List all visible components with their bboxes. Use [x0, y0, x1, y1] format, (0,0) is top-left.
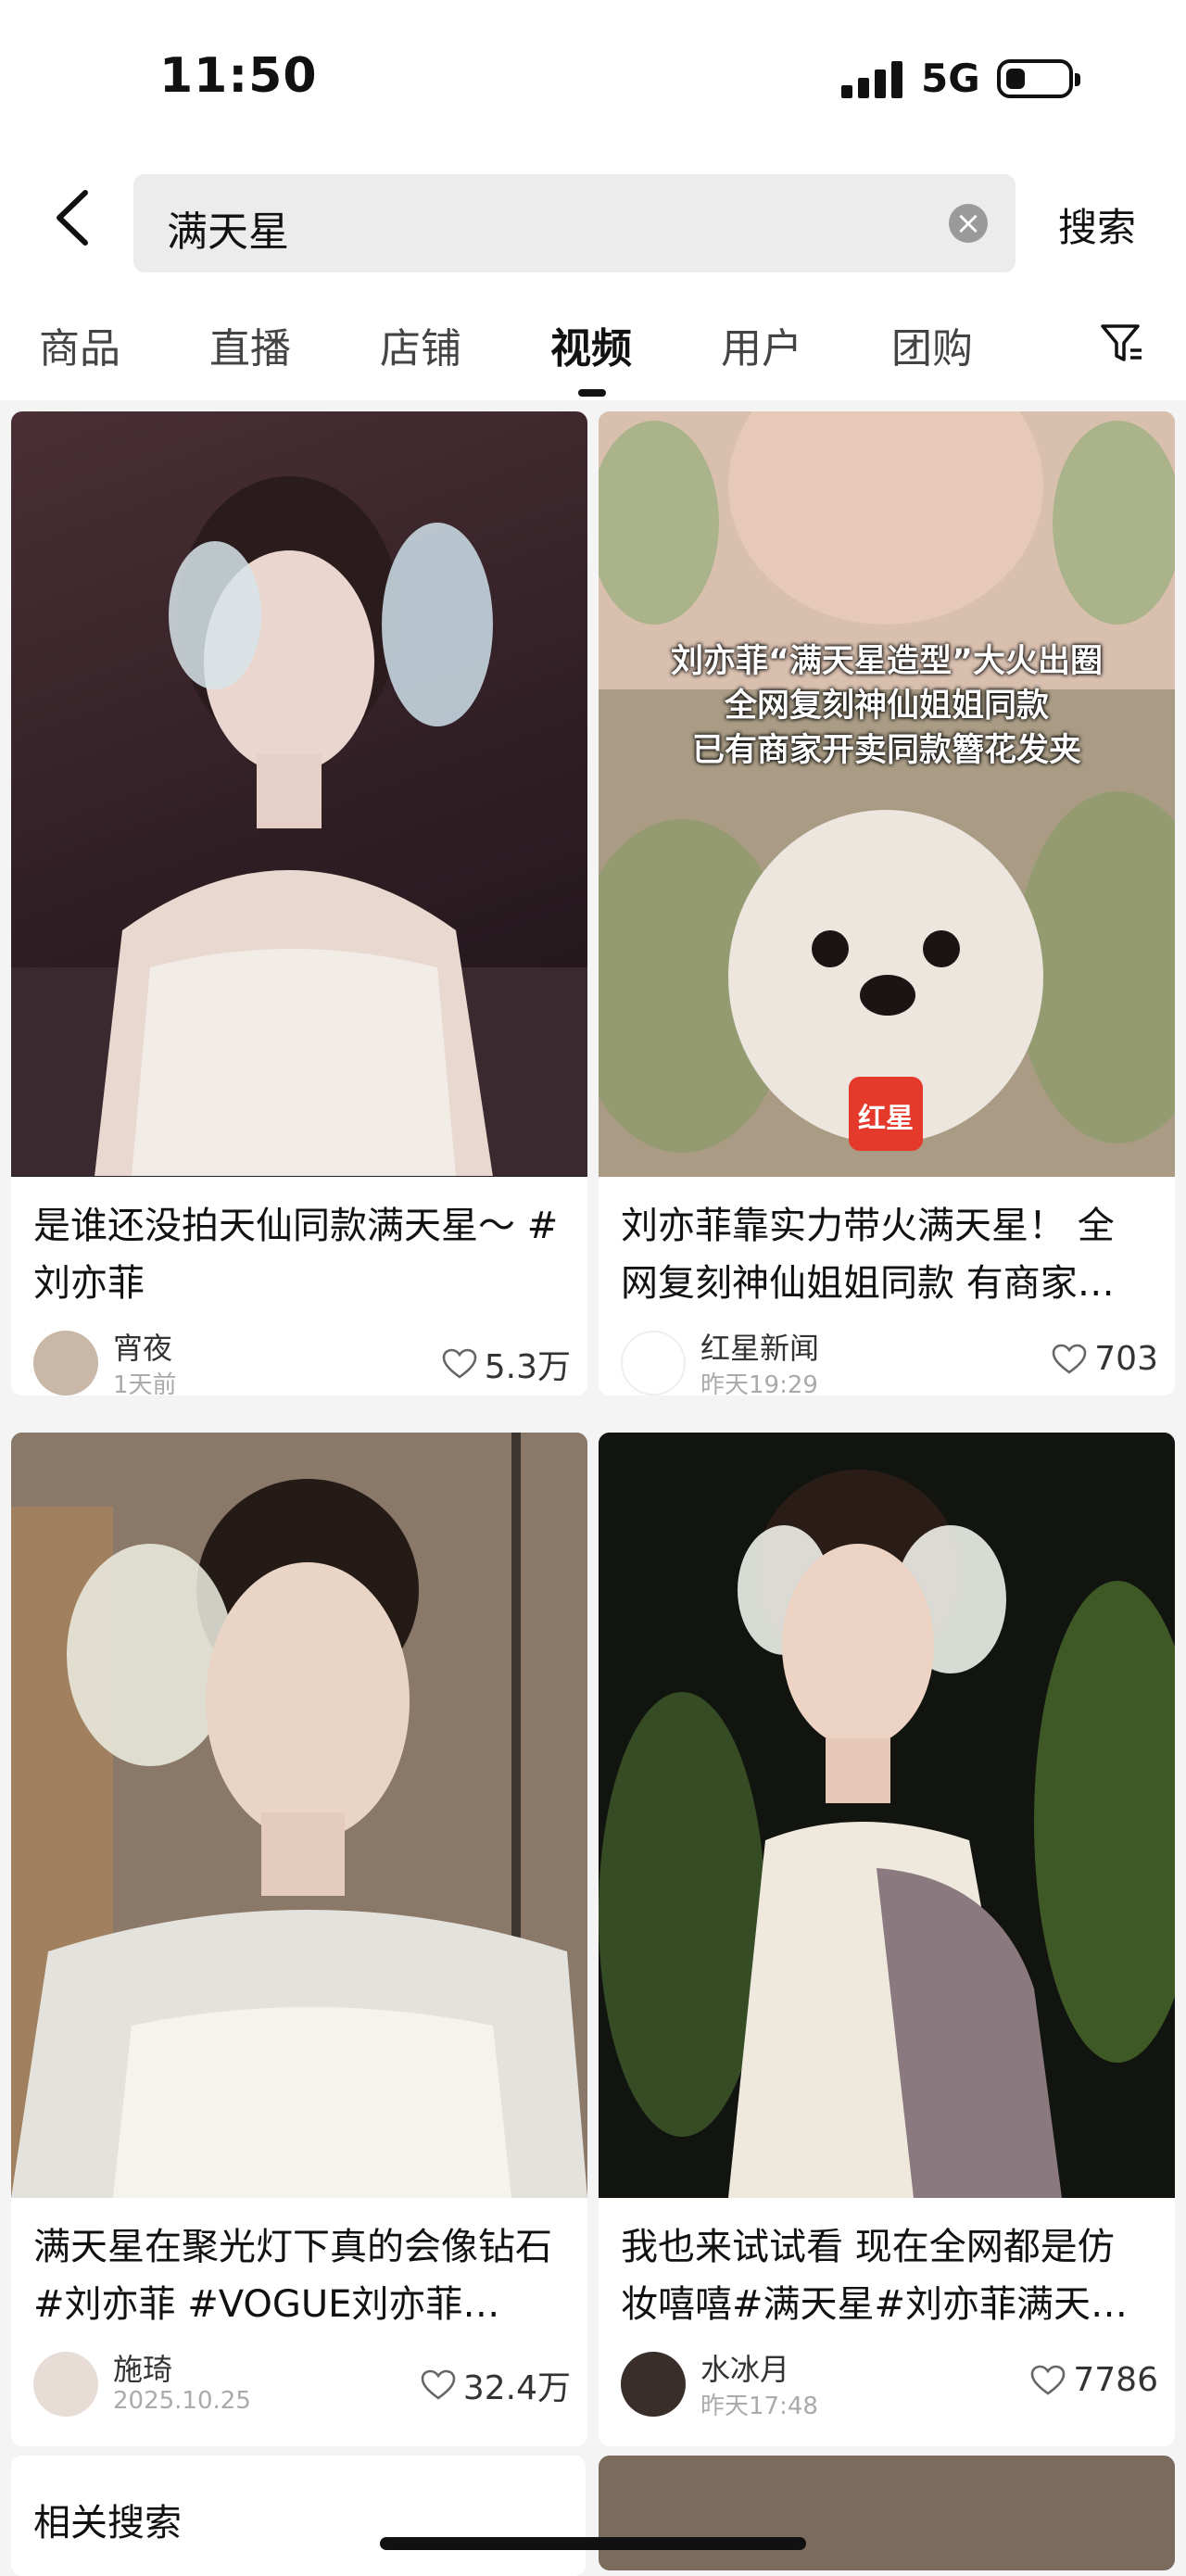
active-tab-indicator — [578, 389, 606, 397]
like-count-value: 703 — [1094, 1340, 1158, 1378]
network-label: 5G — [921, 56, 980, 101]
tab-shops[interactable]: 店铺 — [380, 315, 461, 374]
video-card[interactable]: 是谁还没拍天仙同款满天星～ #刘亦菲 宵夜 1天前 5.3万 — [11, 411, 587, 1395]
heart-icon[interactable] — [1030, 2365, 1066, 2396]
news-badge: 红星 — [858, 1103, 914, 1135]
search-button[interactable]: 搜索 — [1058, 196, 1136, 253]
overlay-caption-line: 已有商家开卖同款簪花发夹 — [691, 732, 1081, 769]
search-query[interactable]: 满天星 — [167, 198, 289, 258]
tab-users[interactable]: 用户 — [721, 315, 802, 374]
video-thumbnail[interactable] — [599, 1433, 1175, 2198]
clear-icon[interactable]: × — [949, 204, 988, 243]
filter-icon[interactable] — [1099, 321, 1145, 367]
tab-live[interactable]: 直播 — [209, 315, 291, 374]
search-header: 满天星 × 搜索 — [0, 158, 1186, 285]
post-date: 1天前 — [113, 1371, 177, 1395]
tab-group-buy[interactable]: 团购 — [891, 315, 973, 374]
overlay-caption-line: 刘亦菲“满天星造型”大火出圈 — [670, 643, 1103, 680]
video-card[interactable]: 满天星在聚光灯下真的会像钻石 #刘亦菲 #VOGUE刘亦菲… 施琦 2025.1… — [11, 1433, 587, 2446]
author-name[interactable]: 宵夜 — [113, 1325, 172, 1368]
tab-products[interactable]: 商品 — [39, 315, 120, 374]
like-count[interactable]: 7786 — [1030, 2361, 1158, 2399]
heart-icon[interactable] — [442, 1348, 477, 1380]
like-count[interactable]: 703 — [1052, 1340, 1158, 1378]
related-searches[interactable]: 相关搜索 — [11, 2456, 586, 2576]
video-thumbnail[interactable]: 刘亦菲“满天星造型”大火出圈 全网复刻神仙姐姐同款 已有商家开卖同款簪花发夹 红… — [599, 411, 1175, 1177]
video-card[interactable]: 刘亦菲“满天星造型”大火出圈 全网复刻神仙姐姐同款 已有商家开卖同款簪花发夹 红… — [599, 411, 1175, 1395]
post-date: 昨天17:48 — [700, 2393, 818, 2420]
avatar[interactable] — [33, 2352, 98, 2417]
related-searches-label: 相关搜索 — [33, 2502, 182, 2544]
heart-icon[interactable] — [1052, 1344, 1087, 1375]
video-card[interactable]: 我也来试试看 现在全网都是仿妆嘻嘻#满天星#刘亦菲满天… 水冰月 昨天17:48… — [599, 1433, 1175, 2446]
video-thumbnail[interactable] — [11, 1433, 587, 2198]
author-name[interactable]: 水冰月 — [700, 2346, 789, 2389]
avatar[interactable] — [33, 1331, 98, 1395]
author-name[interactable]: 施琦 — [113, 2346, 172, 2389]
like-count[interactable]: 5.3万 — [442, 1340, 571, 1388]
tab-videos[interactable]: 视频 — [550, 315, 632, 374]
heart-icon[interactable] — [421, 2369, 456, 2401]
like-count-value: 7786 — [1073, 2361, 1158, 2399]
video-meta: 施琦 2025.10.25 32.4万 — [33, 2346, 571, 2420]
video-title[interactable]: 我也来试试看 现在全网都是仿妆嘻嘻#满天星#刘亦菲满天… — [621, 2218, 1149, 2333]
status-time: 11:50 — [159, 48, 318, 104]
home-indicator[interactable] — [380, 2537, 806, 2550]
avatar[interactable] — [621, 1331, 686, 1395]
battery-icon — [997, 59, 1080, 98]
post-date: 2025.10.25 — [113, 2387, 251, 2415]
back-arrow-icon[interactable] — [48, 185, 104, 250]
video-card[interactable] — [599, 2456, 1175, 2570]
author-name[interactable]: 红星新闻 — [700, 1325, 819, 1368]
video-meta: 宵夜 1天前 5.3万 — [33, 1325, 571, 1395]
video-thumbnail[interactable] — [11, 411, 587, 1177]
search-input[interactable]: 满天星 × — [133, 174, 1016, 272]
video-title[interactable]: 刘亦菲靠实力带火满天星！ 全网复刻神仙姐姐同款 有商家… — [621, 1197, 1149, 1312]
like-count[interactable]: 32.4万 — [421, 2361, 571, 2409]
overlay-caption-line: 全网复刻神仙姐姐同款 — [724, 688, 1049, 725]
like-count-value: 5.3万 — [484, 1348, 571, 1386]
video-title[interactable]: 满天星在聚光灯下真的会像钻石 #刘亦菲 #VOGUE刘亦菲… — [33, 2218, 561, 2333]
signal-icon — [841, 61, 904, 98]
video-title[interactable]: 是谁还没拍天仙同款满天星～ #刘亦菲 — [33, 1197, 561, 1312]
like-count-value: 32.4万 — [462, 2369, 571, 2407]
category-tabs: 商品 直播 店铺 视频 用户 团购 — [0, 285, 1186, 400]
post-date: 昨天19:29 — [700, 1371, 818, 1395]
video-meta: 红星新闻 昨天19:29 703 — [621, 1325, 1158, 1395]
status-bar: 11:50 5G — [0, 0, 1186, 158]
video-meta: 水冰月 昨天17:48 7786 — [621, 2346, 1158, 2420]
avatar[interactable] — [621, 2352, 686, 2417]
